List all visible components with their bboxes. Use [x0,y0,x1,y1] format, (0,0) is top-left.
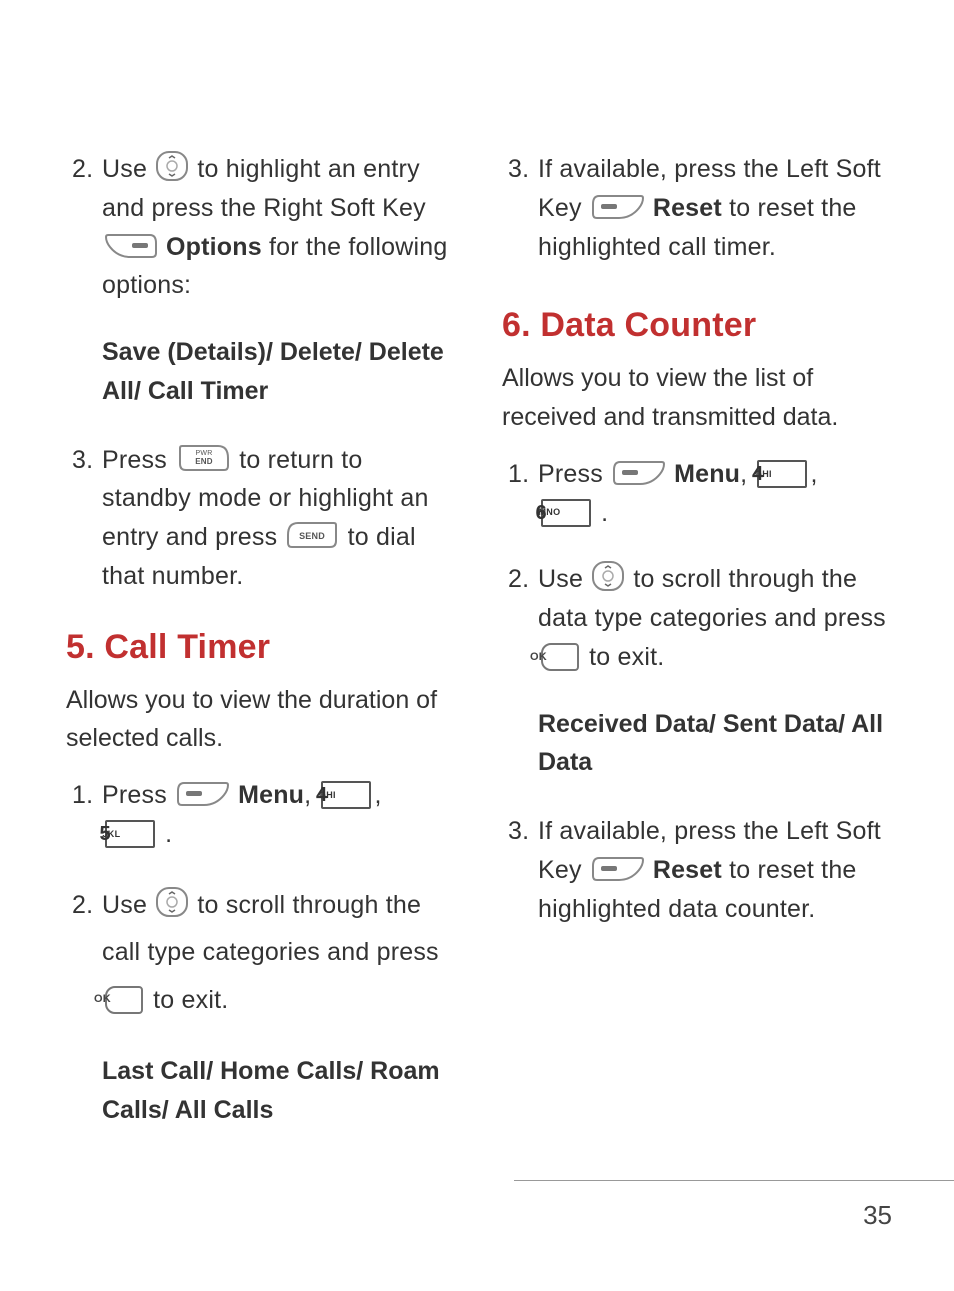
step-text: . [158,820,172,848]
categories-list: Received Data/ Sent Data/ All Data [502,705,894,783]
step-text: Press [102,446,174,474]
step-number: 3. [508,150,538,189]
step-number: 2. [72,150,102,189]
step-number: 3. [72,441,102,480]
step-text: Use [102,891,154,919]
nav-key-icon [156,151,188,181]
step-text: Use [538,565,590,593]
step-text: Press [102,781,174,809]
step-text: . [594,499,608,527]
right-soft-key-icon [104,233,158,259]
step-text: Use [102,155,154,183]
step-text: to exit. [582,643,664,671]
left-soft-key-icon [176,781,230,807]
step-3: 3.Press PWREND to return to standby mode… [66,441,458,596]
footer-rule [514,1180,954,1181]
label-menu: Menu [674,460,740,488]
left-column: 2.Use to highlight an entry and press th… [66,150,458,1160]
ct-step-1: 1.Press Menu, 4GHI, 5JKL . [66,776,458,854]
step-text: Press [538,460,610,488]
options-list: Save (Details)/ Delete/ Delete All/ Call… [66,333,458,411]
heading-data-counter: 6. Data Counter [502,306,894,345]
step-text: to exit. [146,986,228,1014]
send-key-icon: SEND [286,521,338,549]
numpad-key-6: 6MNO [541,499,591,527]
categories-list: Last Call/ Home Calls/ Roam Calls/ All C… [66,1052,458,1130]
step-number: 3. [508,812,538,851]
label-reset: Reset [653,194,722,222]
numpad-key-5: 5JKL [105,820,155,848]
left-soft-key-icon [612,460,666,486]
heading-call-timer: 5. Call Timer [66,628,458,667]
ok-key-icon: OK [105,986,143,1014]
step-number: 1. [72,776,102,815]
left-soft-key-icon [591,856,645,882]
dc-step-3: 3.If available, press the Left Soft Key … [502,812,894,928]
dc-step-2: 2.Use to scroll through the data type ca… [502,560,894,676]
nav-key-icon [592,561,624,591]
numpad-key-4: 4GHI [321,781,371,809]
ct-step-2: 2.Use to scroll through the call type ca… [66,882,458,1025]
right-column: 3.If available, press the Left Soft Key … [502,150,894,1160]
svg-text:PWR: PWR [196,450,213,457]
step-number: 2. [72,882,102,930]
left-soft-key-icon [591,194,645,220]
label-reset: Reset [653,856,722,884]
page-number: 35 [863,1200,892,1231]
label-menu: Menu [238,781,304,809]
step-number: 2. [508,560,538,599]
label-options: Options [166,233,262,261]
step-number: 1. [508,455,538,494]
ok-key-icon: OK [541,643,579,671]
step-2: 2.Use to highlight an entry and press th… [66,150,458,305]
svg-text:SEND: SEND [300,531,326,541]
step-3-right: 3.If available, press the Left Soft Key … [502,150,894,266]
dc-step-1: 1.Press Menu, 4GHI, 6MNO . [502,455,894,533]
end-key-icon: PWREND [176,444,230,472]
nav-key-icon [156,887,188,917]
section-desc: Allows you to view the list of received … [502,359,894,437]
svg-text:END: END [195,457,213,466]
numpad-key-4: 4GHI [757,460,807,488]
section-desc: Allows you to view the duration of selec… [66,681,458,759]
